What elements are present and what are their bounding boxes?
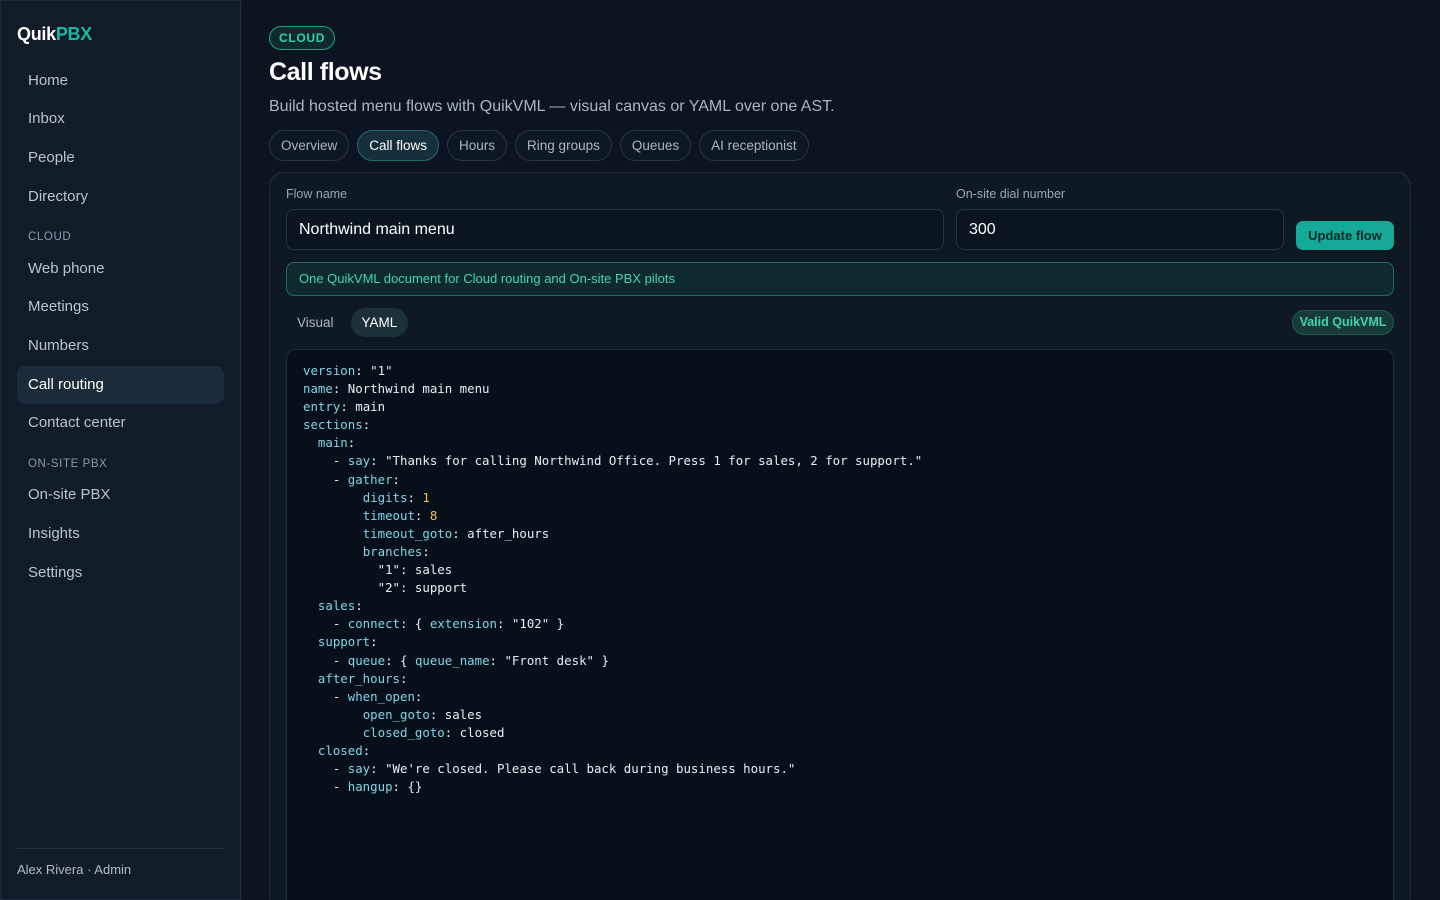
yaml-line: version: "1" (303, 363, 393, 378)
sidebar-section-onsite: ON-SITE PBX (28, 458, 108, 470)
tab-bar: Overview Call flows Hours Ring groups Qu… (269, 130, 809, 161)
tab-queues[interactable]: Queues (619, 130, 692, 161)
yaml-line: digits: 1 (362, 489, 430, 505)
page-title: Call flows (269, 58, 382, 86)
app-logo[interactable]: QuikPBX (17, 24, 92, 45)
yaml-line: - say: "We're closed. Please call back d… (303, 761, 796, 777)
yaml-line: "2": support (377, 580, 468, 596)
sidebar-item-settings[interactable]: Settings (17, 554, 224, 592)
yaml-line: closed: (317, 742, 371, 758)
sidebar-item-numbers[interactable]: Numbers (17, 327, 224, 365)
sidebar-item-home[interactable]: Home (17, 62, 224, 100)
mode-yaml[interactable]: YAML (350, 308, 409, 337)
user-info[interactable]: Alex Rivera · Admin (17, 862, 131, 877)
yaml-line: entry: main (303, 399, 386, 415)
sidebar-item-directory[interactable]: Directory (17, 178, 224, 216)
page-subtitle: Build hosted menu flows with QuikVML — v… (269, 98, 835, 115)
tab-ring-groups[interactable]: Ring groups (515, 130, 612, 161)
dial-number-input[interactable]: 300 (956, 209, 1284, 250)
yaml-line: - when_open: (303, 688, 423, 704)
tab-overview[interactable]: Overview (269, 130, 350, 161)
yaml-line: name: Northwind main menu (303, 381, 490, 397)
logo-text-pbx: PBX (55, 24, 92, 44)
dial-number-label: On-site dial number (956, 187, 1066, 201)
cloud-badge: CLOUD (269, 26, 336, 50)
yaml-line: sections: (303, 417, 371, 433)
yaml-line: branches: (362, 543, 430, 559)
yaml-line: after_hours: (317, 670, 408, 686)
sidebar-item-onsite-pbx[interactable]: On-site PBX (17, 476, 224, 514)
sidebar-item-meetings[interactable]: Meetings (17, 288, 224, 326)
mode-visual[interactable]: Visual (286, 308, 345, 337)
tab-ai-receptionist[interactable]: AI receptionist (699, 130, 809, 161)
update-flow-button[interactable]: Update flow (1296, 221, 1394, 250)
tab-hours[interactable]: Hours (447, 130, 508, 161)
yaml-line: - gather: (303, 471, 400, 487)
flow-name-input[interactable]: Northwind main menu (286, 209, 944, 250)
yaml-line: main: (317, 435, 356, 451)
sidebar-item-insights[interactable]: Insights (17, 515, 224, 553)
yaml-line: - queue: { queue_name: "Front desk" } (303, 652, 609, 668)
yaml-line: sales: (317, 598, 363, 614)
yaml-code[interactable]: version: "1" name: Northwind main menu ent… (303, 362, 922, 796)
yaml-line: support: (317, 634, 378, 650)
editor-mode-toggle: Visual YAML (286, 308, 409, 337)
sidebar-item-web-phone[interactable]: Web phone (17, 250, 224, 288)
sidebar-item-call-routing[interactable]: Call routing (17, 366, 224, 404)
tab-call-flows[interactable]: Call flows (357, 130, 440, 161)
info-banner: One QuikVML document for Cloud routing a… (286, 262, 1394, 296)
validation-status-badge: Valid QuikVML (1292, 310, 1394, 335)
yaml-line: - connect: { extension: "102" } (303, 616, 565, 632)
yaml-line: open_goto: sales (362, 706, 483, 722)
sidebar-item-people[interactable]: People (17, 139, 224, 177)
sidebar-divider (17, 848, 224, 849)
sidebar-section-cloud: CLOUD (28, 231, 72, 243)
yaml-line: "1": sales (377, 562, 453, 578)
flow-name-label: Flow name (286, 187, 348, 201)
yaml-line: timeout: 8 (362, 507, 438, 523)
logo-text-quik: Quik (17, 24, 56, 44)
yaml-line: - say: "Thanks for calling Northwind Off… (303, 453, 923, 469)
sidebar-item-contact-center[interactable]: Contact center (17, 404, 224, 442)
yaml-line: - hangup: {} (303, 779, 423, 795)
sidebar-item-inbox[interactable]: Inbox (17, 100, 224, 138)
yaml-line: closed_goto: closed (362, 724, 505, 740)
yaml-line: timeout_goto: after_hours (362, 525, 550, 541)
